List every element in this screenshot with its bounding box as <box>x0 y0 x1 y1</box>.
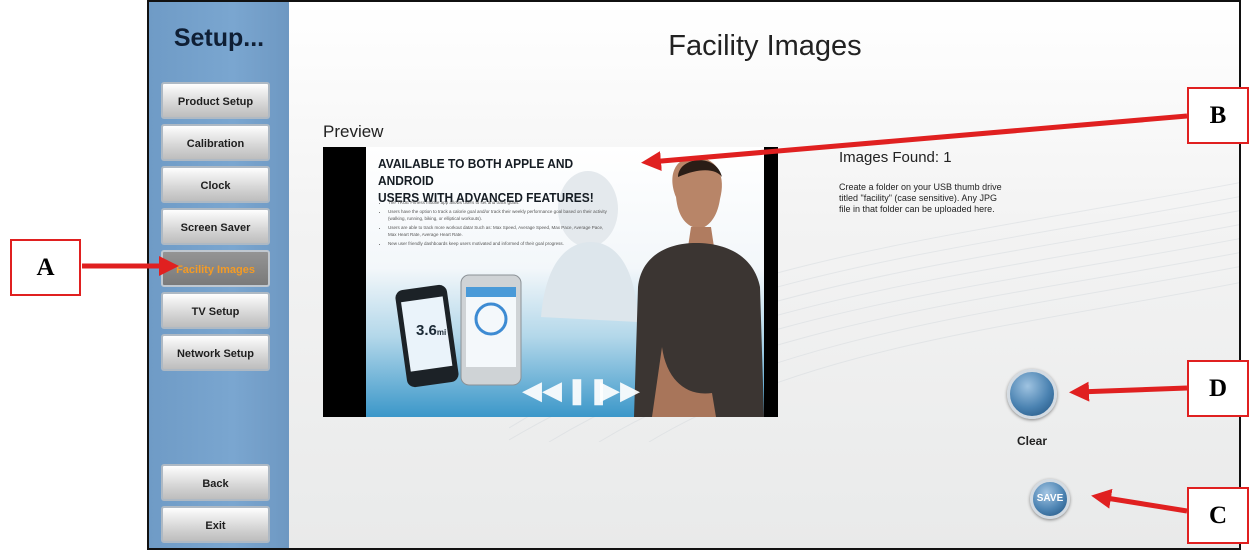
arrow-c <box>1091 488 1188 514</box>
callout-arrows <box>82 113 1188 514</box>
arrow-d <box>1069 381 1188 402</box>
arrow-b <box>641 113 1188 172</box>
